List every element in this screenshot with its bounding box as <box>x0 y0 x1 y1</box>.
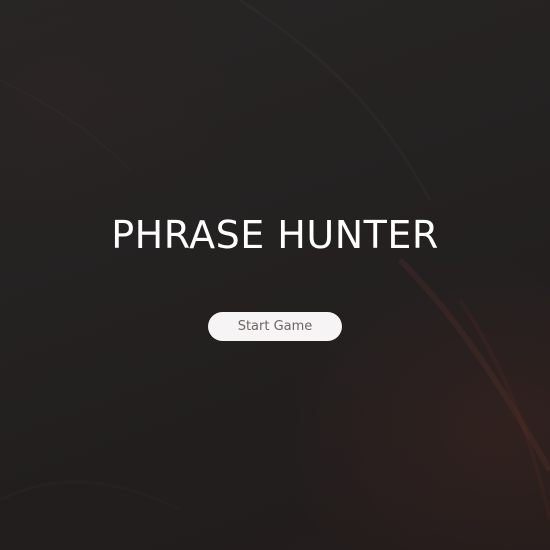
start-game-button[interactable]: Start Game <box>208 312 342 341</box>
start-screen-overlay: PHRASE HUNTER Start Game <box>0 0 550 550</box>
game-title: PHRASE HUNTER <box>111 213 439 257</box>
background-texture <box>397 257 550 521</box>
